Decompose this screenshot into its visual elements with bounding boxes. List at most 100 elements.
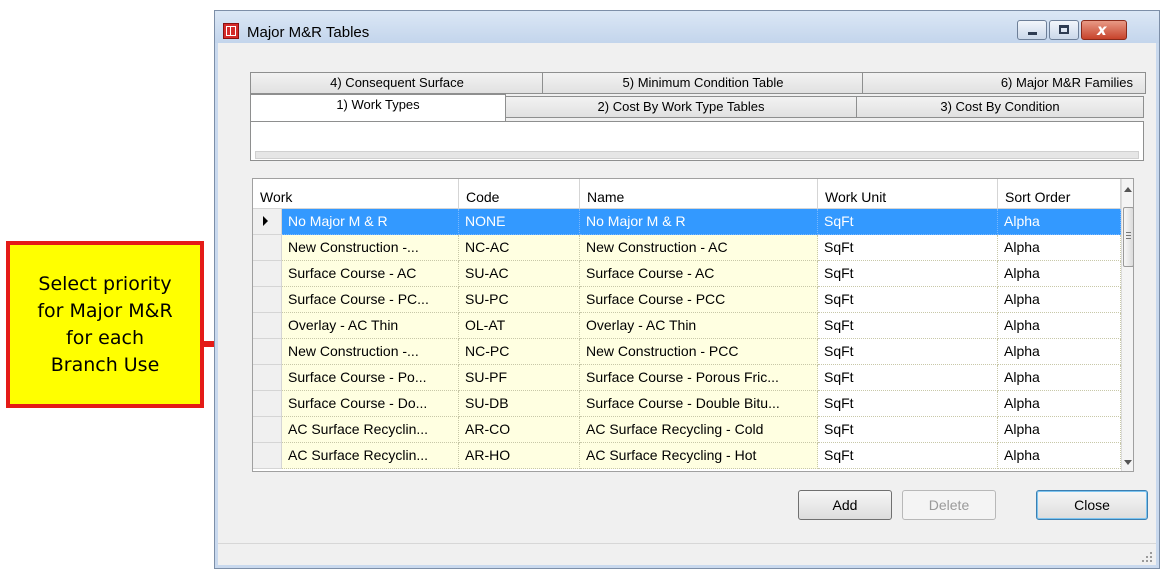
cell-sort-order[interactable]: Alpha <box>998 313 1121 339</box>
row-header[interactable] <box>253 391 282 417</box>
column-header-code[interactable]: Code <box>459 179 580 209</box>
table-row[interactable]: AC Surface Recyclin... AR-CO AC Surface Re… <box>253 417 1121 443</box>
cell-sort-order[interactable]: Alpha <box>998 235 1121 261</box>
table-row[interactable]: AC Surface Recyclin... AR-HO AC Surface Re… <box>253 443 1121 469</box>
cell-name[interactable]: Surface Course - Porous Fric... <box>580 365 818 391</box>
row-header[interactable] <box>253 443 282 469</box>
cell-work[interactable]: New Construction -... <box>282 235 459 261</box>
cell-name[interactable]: AC Surface Recycling - Hot <box>580 443 818 469</box>
resize-grip-icon[interactable] <box>1142 552 1152 562</box>
cell-work-unit[interactable]: SqFt <box>818 287 998 313</box>
column-header-name[interactable]: Name <box>580 179 818 209</box>
callout-line-3: for each <box>66 326 144 349</box>
table-row[interactable]: Surface Course - PC... SU-PC Surface Cours… <box>253 287 1121 313</box>
window-title: Major M&R Tables <box>247 24 370 41</box>
cell-sort-order[interactable]: Alpha <box>998 417 1121 443</box>
table-row[interactable]: No Major M & R NONE No Major M & R SqFt Alph… <box>253 209 1121 235</box>
cell-name[interactable]: Surface Course - Double Bitu... <box>580 391 818 417</box>
tab-major-mr-families[interactable]: 6) Major M&R Families <box>862 72 1146 94</box>
minimize-button[interactable] <box>1017 20 1047 40</box>
title-bar[interactable]: Major M&R Tables x <box>215 11 1159 43</box>
cell-name[interactable]: Surface Course - PCC <box>580 287 818 313</box>
tab-cost-by-condition[interactable]: 3) Cost By Condition <box>856 96 1144 118</box>
cell-sort-order[interactable]: Alpha <box>998 209 1121 235</box>
current-row-pointer-icon <box>263 216 268 226</box>
delete-button[interactable]: Delete <box>902 490 996 520</box>
cell-code[interactable]: SU-PC <box>459 287 580 313</box>
cell-work-unit[interactable]: SqFt <box>818 261 998 287</box>
cell-name[interactable]: No Major M & R <box>580 209 818 235</box>
cell-code[interactable]: AR-CO <box>459 417 580 443</box>
cell-sort-order[interactable]: Alpha <box>998 365 1121 391</box>
column-header-work-unit[interactable]: Work Unit <box>818 179 998 209</box>
cell-work[interactable]: Surface Course - Do... <box>282 391 459 417</box>
scroll-down-icon[interactable] <box>1124 460 1132 465</box>
cell-work[interactable]: AC Surface Recyclin... <box>282 443 459 469</box>
grid-vertical-scrollbar[interactable] <box>1121 179 1133 471</box>
cell-sort-order[interactable]: Alpha <box>998 261 1121 287</box>
table-row[interactable]: Surface Course - Do... SU-DB Surface Cours… <box>253 391 1121 417</box>
cell-name[interactable]: Overlay - AC Thin <box>580 313 818 339</box>
cell-work[interactable]: Surface Course - AC <box>282 261 459 287</box>
cell-work-unit[interactable]: SqFt <box>818 209 998 235</box>
table-row[interactable]: Surface Course - Po... SU-PF Surface Cours… <box>253 365 1121 391</box>
cell-code[interactable]: NONE <box>459 209 580 235</box>
cell-name[interactable]: New Construction - PCC <box>580 339 818 365</box>
cell-work-unit[interactable]: SqFt <box>818 313 998 339</box>
cell-work[interactable]: AC Surface Recyclin... <box>282 417 459 443</box>
cell-sort-order[interactable]: Alpha <box>998 443 1121 469</box>
cell-code[interactable]: NC-AC <box>459 235 580 261</box>
cell-name[interactable]: Surface Course - AC <box>580 261 818 287</box>
cell-sort-order[interactable]: Alpha <box>998 287 1121 313</box>
tab-work-types[interactable]: 1) Work Types <box>250 94 506 121</box>
minimize-icon <box>1028 32 1037 35</box>
tab-minimum-condition-table[interactable]: 5) Minimum Condition Table <box>542 72 864 94</box>
cell-sort-order[interactable]: Alpha <box>998 391 1121 417</box>
cell-work-unit[interactable]: SqFt <box>818 339 998 365</box>
cell-work[interactable]: New Construction -... <box>282 339 459 365</box>
cell-work[interactable]: No Major M & R <box>282 209 459 235</box>
scroll-thumb[interactable] <box>1123 207 1133 267</box>
add-button[interactable]: Add <box>798 490 892 520</box>
row-header[interactable] <box>253 417 282 443</box>
callout-line-4: Branch Use <box>50 353 160 376</box>
cell-work-unit[interactable]: SqFt <box>818 235 998 261</box>
cell-sort-order[interactable]: Alpha <box>998 339 1121 365</box>
close-button[interactable]: Close <box>1036 490 1148 520</box>
cell-work[interactable]: Overlay - AC Thin <box>282 313 459 339</box>
table-row[interactable]: Overlay - AC Thin OL-AT Overlay - AC Thin S… <box>253 313 1121 339</box>
cell-code[interactable]: SU-DB <box>459 391 580 417</box>
maximize-button[interactable] <box>1049 20 1079 40</box>
cell-work-unit[interactable]: SqFt <box>818 365 998 391</box>
cell-code[interactable]: NC-PC <box>459 339 580 365</box>
cell-work-unit[interactable]: SqFt <box>818 443 998 469</box>
close-icon: x <box>1097 21 1107 39</box>
row-header[interactable] <box>253 209 282 235</box>
cell-work-unit[interactable]: SqFt <box>818 391 998 417</box>
cell-name[interactable]: AC Surface Recycling - Cold <box>580 417 818 443</box>
column-header-sort-order[interactable]: Sort Order <box>998 179 1121 209</box>
cell-code[interactable]: SU-PF <box>459 365 580 391</box>
cell-work-unit[interactable]: SqFt <box>818 417 998 443</box>
table-row[interactable]: Surface Course - AC SU-AC Surface Course -… <box>253 261 1121 287</box>
row-header[interactable] <box>253 365 282 391</box>
tab-cost-by-work-type-tables[interactable]: 2) Cost By Work Type Tables <box>504 96 858 118</box>
cell-work[interactable]: Surface Course - Po... <box>282 365 459 391</box>
row-header[interactable] <box>253 339 282 365</box>
cell-code[interactable]: SU-AC <box>459 261 580 287</box>
cell-code[interactable]: AR-HO <box>459 443 580 469</box>
row-header[interactable] <box>253 313 282 339</box>
scroll-up-icon[interactable] <box>1124 187 1132 192</box>
column-header-work[interactable]: Work <box>253 179 459 209</box>
window-client-area: 4) Consequent Surface 5) Minimum Conditi… <box>218 43 1156 565</box>
row-header[interactable] <box>253 235 282 261</box>
cell-code[interactable]: OL-AT <box>459 313 580 339</box>
table-row[interactable]: New Construction -... NC-PC New Constructi… <box>253 339 1121 365</box>
table-row[interactable]: New Construction -... NC-AC New Constructi… <box>253 235 1121 261</box>
tab-consequent-surface[interactable]: 4) Consequent Surface <box>250 72 544 94</box>
row-header[interactable] <box>253 287 282 313</box>
close-window-button[interactable]: x <box>1081 20 1127 40</box>
cell-work[interactable]: Surface Course - PC... <box>282 287 459 313</box>
row-header[interactable] <box>253 261 282 287</box>
cell-name[interactable]: New Construction - AC <box>580 235 818 261</box>
